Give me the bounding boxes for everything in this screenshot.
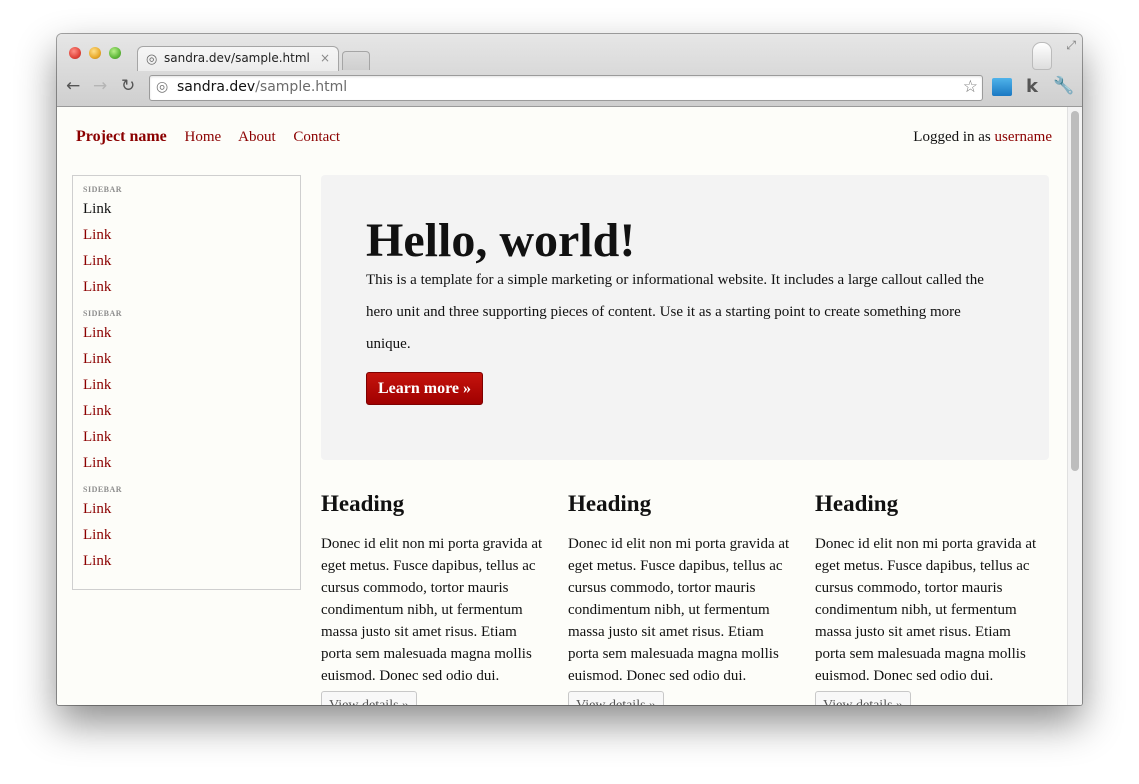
sidebar-link[interactable]: Link xyxy=(73,548,300,574)
column-text: Donec id elit non mi porta gravida at eg… xyxy=(321,536,543,684)
view-details-button[interactable]: View details » xyxy=(321,691,418,705)
extension-screenshot-icon[interactable] xyxy=(992,78,1012,96)
hero-text: This is a template for a simple marketin… xyxy=(366,272,984,352)
browser-tab[interactable]: ◎ sandra.dev/sample.html × xyxy=(137,46,339,71)
forward-button[interactable]: → xyxy=(93,78,107,95)
sidebar-link[interactable]: Link xyxy=(73,372,300,398)
minimize-window-button[interactable] xyxy=(89,47,101,59)
sidebar-header: SIDEBAR xyxy=(83,485,123,494)
fullscreen-icon[interactable]: ⤢ xyxy=(1066,38,1076,53)
browser-window: ◎ sandra.dev/sample.html × ⤢ ← → ↻ ◎ san… xyxy=(57,34,1082,705)
extension-k-icon[interactable]: k xyxy=(1026,76,1038,97)
new-tab-button[interactable] xyxy=(342,51,370,70)
view-details-button[interactable]: View details » xyxy=(815,691,912,705)
tab-close-icon[interactable]: × xyxy=(320,51,330,65)
column-heading: Heading xyxy=(321,491,405,516)
browser-chrome: ◎ sandra.dev/sample.html × ⤢ ← → ↻ ◎ san… xyxy=(57,34,1082,107)
sidebar-link[interactable]: Link xyxy=(73,274,300,300)
nav-about[interactable]: About xyxy=(238,129,276,145)
bookmark-star-icon[interactable]: ☆ xyxy=(963,77,978,97)
login-status: Logged in as username xyxy=(913,129,1052,146)
nav-home[interactable]: Home xyxy=(185,129,222,145)
vertical-scrollbar[interactable] xyxy=(1067,107,1082,705)
address-bar[interactable]: ◎ sandra.dev/sample.html ☆ xyxy=(149,75,983,101)
hero-title: Hello, world! xyxy=(366,214,636,267)
brand-link[interactable]: Project name xyxy=(76,128,167,145)
page-viewport: Project name Home About Contact Logged i… xyxy=(57,107,1082,705)
column-heading: Heading xyxy=(568,491,652,516)
globe-icon: ◎ xyxy=(146,52,158,67)
scrollbar-thumb[interactable] xyxy=(1071,111,1079,471)
column-heading: Heading xyxy=(815,491,899,516)
username-link[interactable]: username xyxy=(995,129,1052,145)
content-column: Heading Donec id elit non mi porta gravi… xyxy=(568,491,796,705)
reload-button[interactable]: ↻ xyxy=(121,78,135,95)
content-column: Heading Donec id elit non mi porta gravi… xyxy=(321,491,549,705)
sidebar-link[interactable]: Link xyxy=(73,398,300,424)
content-column: Heading Donec id elit non mi porta gravi… xyxy=(815,491,1043,705)
sidebar-link[interactable]: Link xyxy=(73,248,300,274)
wrench-icon[interactable]: 🔧 xyxy=(1053,76,1074,96)
view-details-button[interactable]: View details » xyxy=(568,691,665,705)
zoom-window-button[interactable] xyxy=(109,47,121,59)
sidebar-header: SIDEBAR xyxy=(83,309,123,318)
back-button[interactable]: ← xyxy=(66,78,80,95)
url-path: /sample.html xyxy=(255,79,348,95)
sidebar-link[interactable]: Link xyxy=(73,522,300,548)
sidebar-link[interactable]: Link xyxy=(73,196,300,222)
sidebar-link[interactable]: Link xyxy=(73,450,300,476)
sidebar: SIDEBAR Link Link Link Link SIDEBAR Link… xyxy=(72,175,301,590)
url-text[interactable]: sandra.dev/sample.html xyxy=(177,79,347,95)
tab-title: sandra.dev/sample.html xyxy=(164,51,310,65)
column-text: Donec id elit non mi porta gravida at eg… xyxy=(568,536,790,684)
column-text: Donec id elit non mi porta gravida at eg… xyxy=(815,536,1037,684)
globe-icon: ◎ xyxy=(156,79,169,95)
sidebar-header: SIDEBAR xyxy=(83,185,123,194)
close-window-button[interactable] xyxy=(69,47,81,59)
login-prefix: Logged in as xyxy=(913,129,995,145)
hero-unit: Hello, world! This is a template for a s… xyxy=(321,175,1049,460)
nav-contact[interactable]: Contact xyxy=(293,129,340,145)
sidebar-link[interactable]: Link xyxy=(73,222,300,248)
learn-more-button[interactable]: Learn more » xyxy=(366,372,484,405)
url-host: sandra.dev xyxy=(177,79,256,95)
sidebar-link[interactable]: Link xyxy=(73,424,300,450)
sidebar-link[interactable]: Link xyxy=(73,496,300,522)
top-navbar: Project name Home About Contact xyxy=(76,128,354,146)
sidebar-link[interactable]: Link xyxy=(73,320,300,346)
sidebar-link[interactable]: Link xyxy=(73,346,300,372)
profile-icon[interactable] xyxy=(1032,42,1052,70)
